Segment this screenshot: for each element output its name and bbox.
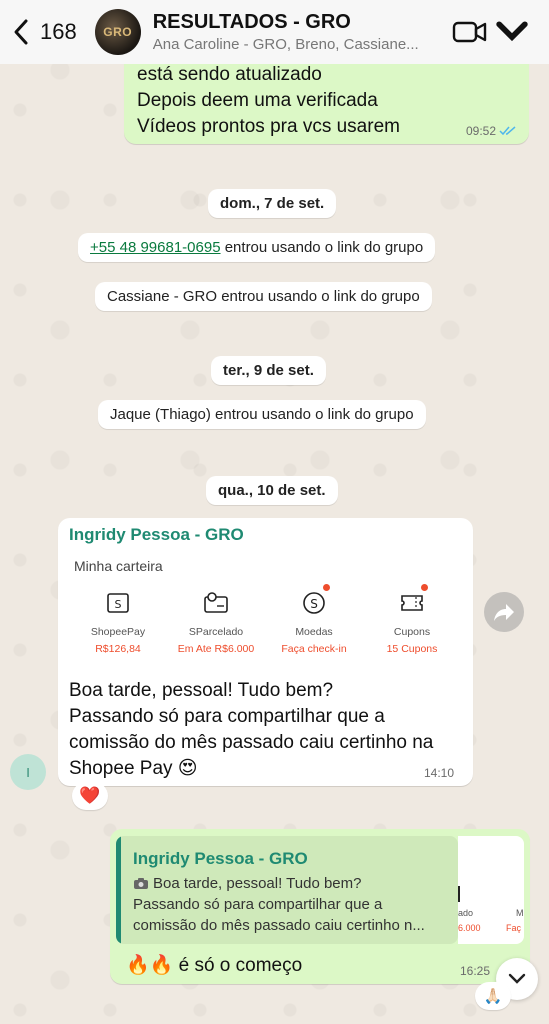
date-divider: qua., 10 de set.: [206, 476, 338, 505]
wallet-item-moedas: S Moedas Faça check-in: [264, 584, 364, 655]
thumb-text: Faç: [506, 923, 522, 933]
wallet-item-value: Faça check-in: [281, 643, 347, 655]
quote-line: Passando só para compartilhar que a: [133, 896, 383, 913]
message-text: 🔥🔥 é só o começo: [126, 955, 303, 976]
wallet-item-label: ShopeePay: [90, 626, 146, 638]
message-line: Vídeos prontos pra vcs usarem: [137, 116, 400, 137]
chevron-down-icon: [508, 973, 526, 984]
system-notice: Cassiane - GRO entrou usando o link do g…: [95, 282, 432, 311]
wallet-item-label: SParcelado: [188, 626, 244, 638]
sender-name: Ingridy Pessoa - GRO: [69, 525, 244, 544]
thumb-text: M: [516, 908, 524, 918]
video-call-button[interactable]: [452, 18, 530, 46]
quote-line: comissão do mês passado caiu certinho n.…: [133, 917, 425, 934]
notice-text: Cassiane - GRO entrou usando o link do g…: [107, 288, 420, 305]
notice-text: entrou usando o link do grupo: [220, 239, 424, 256]
forward-button[interactable]: [484, 592, 524, 632]
message-time: 16:25: [460, 964, 491, 978]
message-line: Shopee Pay 😍: [69, 758, 198, 779]
thumb-text: ado: [458, 908, 474, 918]
notification-dot: [421, 584, 428, 591]
message-line: Boa tarde, pessoal! Tudo bem?: [69, 680, 334, 701]
video-camera-icon: [452, 21, 487, 43]
system-notice: Jaque (Thiago) entrou usando o link do g…: [98, 400, 426, 429]
quote-line: Boa tarde, pessoal! Tudo bem?: [153, 875, 362, 892]
wallet-item-value: Em Ate R$6.000: [177, 643, 255, 655]
chat-header: 168 GRO RESULTADOS - GRO Ana Caroline - …: [0, 0, 549, 64]
forward-arrow-icon: [494, 604, 514, 621]
chat-title-block[interactable]: RESULTADOS - GRO Ana Caroline - GRO, Bre…: [153, 11, 438, 53]
reaction-badge[interactable]: ❤️: [72, 782, 108, 810]
quoted-message[interactable]: Ingridy Pessoa - GRO Boa tarde, pessoal!…: [116, 836, 458, 944]
svg-text:S: S: [115, 598, 122, 611]
quote-accent-bar: [116, 836, 121, 944]
date-text: qua., 10 de set.: [218, 482, 326, 499]
back-button[interactable]: 168: [12, 12, 77, 52]
unread-count: 168: [40, 19, 77, 44]
wallet-item-label: Moedas: [295, 626, 333, 638]
wallet-title: Minha carteira: [74, 558, 163, 574]
coin-icon: S: [301, 584, 330, 616]
coupon-icon: [399, 584, 428, 616]
wallet-item-shopeepay: S ShopeePay R$126,84: [68, 590, 168, 655]
chat-participants: Ana Caroline - GRO, Breno, Cassiane...: [152, 36, 419, 53]
message-time: 09:52: [465, 124, 496, 138]
wallet-item-value: 15 Cupons: [386, 643, 438, 655]
notification-dot: [323, 584, 330, 591]
message-bubble-outgoing[interactable]: está sendo atualizado Depois deem uma ve…: [124, 58, 529, 144]
system-notice: +55 48 99681-0695 entrou usando o link d…: [78, 233, 436, 262]
date-divider: dom., 7 de set.: [208, 189, 337, 218]
sender-avatar[interactable]: I: [10, 754, 46, 790]
avatar-text: GRO: [103, 25, 133, 39]
message-line: está sendo atualizado: [137, 64, 322, 85]
quote-sender: Ingridy Pessoa - GRO: [133, 849, 308, 868]
reaction-emoji: 🙏🏻: [483, 988, 503, 1005]
wallet-icon: S: [105, 590, 131, 616]
message-line: Passando só para compartilhar que a: [69, 706, 385, 727]
quote-thumbnail: ado M 6.000 Faç: [458, 836, 524, 944]
wallet-item-value: R$126,84: [95, 643, 141, 655]
date-text: ter., 9 de set.: [223, 362, 314, 379]
chevron-down-icon: [496, 21, 528, 42]
message-line: comissão do mês passado caiu certinho na: [69, 732, 434, 753]
chat-title: RESULTADOS - GRO: [152, 11, 351, 33]
phone-link[interactable]: +55 48 99681-0695: [90, 239, 221, 256]
chevron-left-icon: [14, 19, 28, 45]
shared-image-wallet[interactable]: Minha carteira S ShopeePay R$126,84 SPar…: [64, 548, 468, 668]
wallet-item-sparcelado: SParcelado Em Ate R$6.000: [166, 590, 266, 655]
notice-text: Jaque (Thiago) entrou usando o link do g…: [110, 406, 414, 423]
reaction-badge[interactable]: 🙏🏻: [475, 982, 511, 1010]
svg-text:S: S: [310, 597, 318, 611]
double-check-icon: [499, 126, 516, 136]
message-text: Boa tarde, pessoal! Tudo bem? Passando s…: [69, 678, 464, 782]
date-text: dom., 7 de set.: [220, 195, 325, 212]
camera-icon: [134, 878, 148, 889]
thumb-text: 6.000: [458, 923, 481, 933]
message-line: Depois deem uma verificada: [137, 90, 378, 111]
wallet-item-cupons: Cupons 15 Cupons: [362, 584, 462, 655]
wallet-item-label: Cupons: [393, 626, 431, 638]
avatar-initial: I: [26, 764, 30, 780]
reaction-emoji: ❤️: [79, 786, 101, 805]
installment-icon: [203, 590, 229, 616]
group-avatar[interactable]: GRO: [94, 9, 141, 55]
date-divider: ter., 9 de set.: [211, 356, 326, 385]
message-time: 14:10: [424, 766, 455, 780]
